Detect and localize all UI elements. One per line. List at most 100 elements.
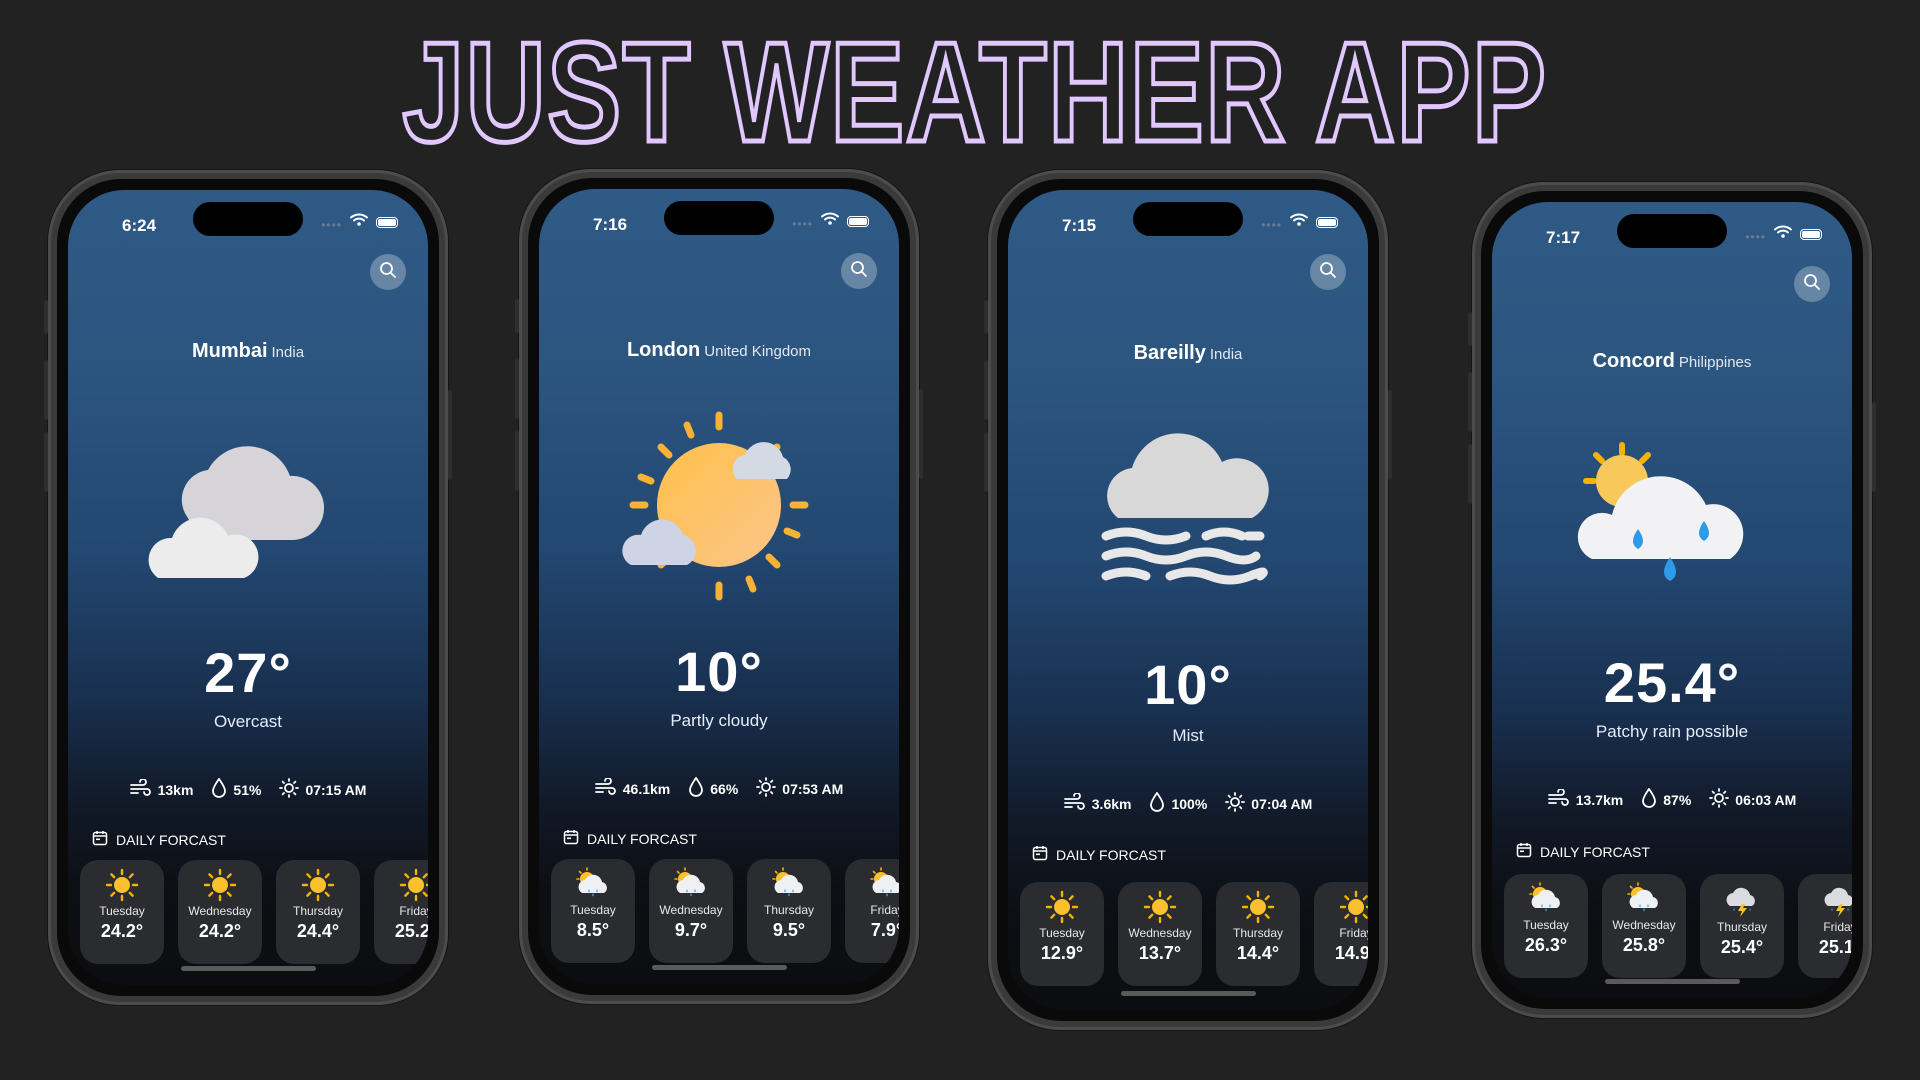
forecast-card[interactable]: Friday 25.1° [1798, 874, 1852, 978]
search-button[interactable] [1794, 266, 1830, 302]
battery-icon [847, 215, 869, 227]
search-button[interactable] [1310, 254, 1346, 290]
forecast-card[interactable]: Tuesday 12.9° [1020, 882, 1104, 986]
status-icons: •••• [792, 211, 869, 231]
sun-icon [279, 778, 300, 801]
forecast-card[interactable]: Tuesday 24.2° [80, 860, 164, 964]
forecast-card[interactable]: Wednesday 25.8° [1602, 874, 1686, 978]
forecast-day: Friday [1339, 926, 1368, 940]
phone-bezel: 7:15 •••• Bareilly India 10° Mist 3.6km … [997, 179, 1379, 1021]
weather-stats: 13km 51% 07:15 AM [68, 777, 428, 801]
forecast-temp: 24.2° [100, 921, 144, 941]
search-button[interactable] [841, 253, 877, 289]
sunrise-stat: 06:03 AM [1709, 788, 1796, 811]
search-icon [850, 260, 868, 283]
weather-stats: 3.6km 100% 07:04 AM [1008, 791, 1368, 815]
forecast-day: Friday [1823, 920, 1852, 934]
forecast-temp: 14.9° [1334, 943, 1368, 963]
wind-value: 46.1km [622, 780, 671, 797]
forecast-card[interactable]: Wednesday 9.7° [649, 859, 733, 963]
forecast-card[interactable]: Thursday 25.4° [1700, 874, 1784, 978]
forecast-list[interactable]: Tuesday 24.2° Wednesday 24.2° Thursday 2… [80, 860, 428, 964]
daily-forecast-label: DAILY FORCAST [1032, 845, 1166, 864]
status-time: 6:24 [122, 216, 157, 235]
humidity-value: 66% [710, 780, 739, 797]
forecast-card[interactable]: Tuesday 26.3° [1504, 874, 1588, 978]
weather-stats: 46.1km 66% 07:53 AM [539, 776, 899, 800]
forecast-card[interactable]: Thursday 24.4° [276, 860, 360, 964]
forecast-heading: DAILY FORCAST [116, 831, 226, 848]
wind-icon [594, 777, 617, 799]
forecast-card[interactable]: Friday 14.9° [1314, 882, 1368, 986]
forecast-card[interactable]: Wednesday 13.7° [1118, 882, 1202, 986]
forecast-card[interactable]: Tuesday 8.5° [551, 859, 635, 963]
battery-icon [1800, 228, 1822, 240]
daily-forecast-label: DAILY FORCAST [563, 829, 697, 848]
location: London United Kingdom [539, 339, 899, 362]
forecast-day: Friday [870, 903, 899, 917]
humidity-icon [1149, 791, 1165, 815]
weather-condition: Patchy rain possible [1595, 722, 1749, 741]
forecast-heading: DAILY FORCAST [1540, 843, 1650, 860]
weather-condition: Mist [1172, 726, 1204, 745]
wifi-icon [1290, 213, 1308, 231]
sun-cloud-rain-icon [747, 867, 831, 901]
wind-icon [129, 778, 152, 800]
city-name: London [626, 339, 701, 361]
status-time: 7:16 [593, 215, 628, 234]
weather-screen: 7:17 •••• Concord Philippines 25.4° Patc… [1492, 202, 1852, 998]
phone-mockup: 7:17 •••• Concord Philippines 25.4° Patc… [1468, 182, 1876, 1018]
forecast-card[interactable]: Friday 7.9° [845, 859, 899, 963]
sun-icon [1314, 890, 1368, 924]
wind-stat: 46.1km [594, 777, 671, 799]
phone-bezel: 7:16 •••• London United Kingdom 10° Part… [528, 178, 910, 995]
wifi-icon [350, 213, 368, 231]
forecast-list[interactable]: Tuesday 8.5° Wednesday 9.7° Thursday 9.5… [551, 859, 899, 963]
sun-icon [1020, 890, 1104, 924]
forecast-card[interactable]: Friday 25.2° [374, 860, 428, 964]
forecast-temp: 8.5° [576, 920, 610, 940]
status-icons: •••• [1745, 224, 1822, 244]
current-temperature: 25.4° [1603, 651, 1741, 714]
forecast-day: Wednesday [659, 903, 723, 917]
sun-icon [178, 868, 262, 902]
sunrise-value: 07:53 AM [782, 780, 844, 797]
sun-icon [1118, 890, 1202, 924]
forecast-day: Thursday [292, 904, 344, 918]
location: Mumbai India [68, 340, 428, 363]
country-name: United Kingdom [704, 343, 812, 360]
forecast-heading: DAILY FORCAST [1056, 846, 1166, 863]
calendar-icon [563, 829, 579, 848]
forecast-list[interactable]: Tuesday 12.9° Wednesday 13.7° Thursday 1… [1020, 882, 1368, 986]
thunder-cloud-icon [1798, 882, 1852, 918]
sun-cloud-rain-icon [1504, 882, 1588, 916]
weather-stats: 13.7km 87% 06:03 AM [1492, 787, 1852, 811]
sun-icon [374, 868, 428, 902]
forecast-day: Wednesday [188, 904, 252, 918]
humidity-stat: 66% [688, 776, 739, 800]
forecast-card[interactable]: Thursday 14.4° [1216, 882, 1300, 986]
forecast-temp: 14.4° [1236, 943, 1280, 963]
status-time: 7:17 [1546, 228, 1581, 247]
search-button[interactable] [370, 254, 406, 290]
forecast-temp: 12.9° [1040, 943, 1084, 963]
weather-condition: Overcast [213, 712, 283, 731]
home-indicator [1605, 979, 1740, 984]
daily-forecast-label: DAILY FORCAST [1516, 842, 1650, 861]
partly-cloudy-icon [619, 407, 819, 607]
wind-icon [1063, 792, 1086, 814]
sun-cloud-rain-icon [551, 867, 635, 901]
humidity-value: 87% [1663, 791, 1692, 808]
sunrise-stat: 07:53 AM [756, 777, 843, 800]
forecast-day: Wednesday [1612, 918, 1676, 932]
country-name: India [1209, 346, 1243, 363]
signal-icon: •••• [321, 218, 342, 232]
forecast-temp: 25.8° [1622, 935, 1666, 955]
forecast-card[interactable]: Thursday 9.5° [747, 859, 831, 963]
sun-icon [1225, 792, 1246, 815]
forecast-list[interactable]: Tuesday 26.3° Wednesday 25.8° Thursday 2… [1504, 874, 1852, 978]
forecast-card[interactable]: Wednesday 24.2° [178, 860, 262, 964]
signal-icon: •••• [1261, 218, 1282, 232]
home-indicator [181, 966, 316, 971]
forecast-heading: DAILY FORCAST [587, 830, 697, 847]
